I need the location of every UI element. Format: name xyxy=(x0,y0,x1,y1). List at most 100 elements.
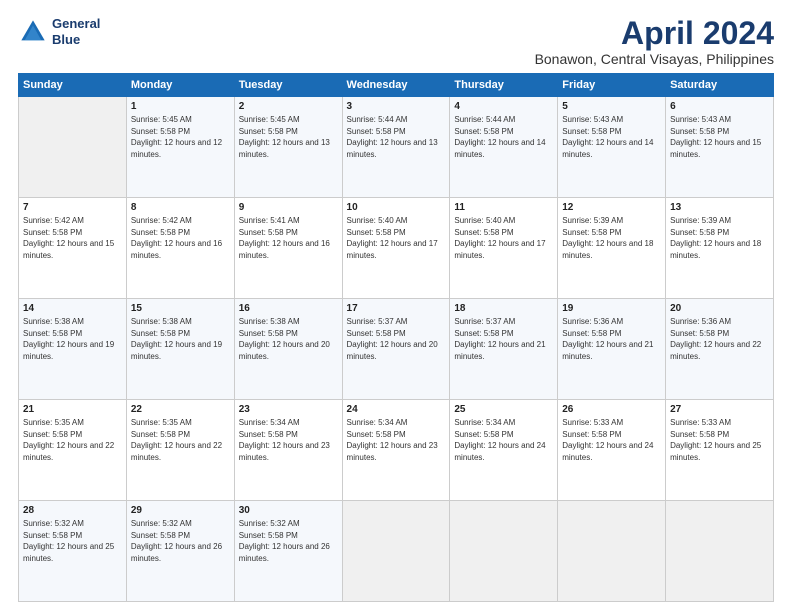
calendar-cell: 18Sunrise: 5:37 AM Sunset: 5:58 PM Dayli… xyxy=(450,299,558,400)
calendar-cell: 25 Sunrise: 5:34 AM Sunset: 5:58 PM Dayli… xyxy=(450,400,558,501)
day-info: Sunrise: 5:39 AM Sunset: 5:58 PM Dayligh… xyxy=(670,215,769,261)
logo-icon xyxy=(18,17,48,47)
day-number: 10 xyxy=(347,202,446,213)
day-number: 17 xyxy=(347,303,446,314)
calendar-cell: 12Sunrise: 5:39 AM Sunset: 5:58 PM Dayli… xyxy=(558,198,666,299)
day-info: Sunrise: 5:34 AM Sunset: 5:58 PM Dayligh… xyxy=(347,417,446,463)
calendar-cell: 9 Sunrise: 5:41 AM Sunset: 5:58 PM Daylig… xyxy=(234,198,342,299)
calendar-cell: 1 Sunrise: 5:45 AM Sunset: 5:58 PM Daylig… xyxy=(126,97,234,198)
day-info: Sunrise: 5:33 AM Sunset: 5:58 PM Dayligh… xyxy=(670,417,769,463)
calendar-cell xyxy=(19,97,127,198)
day-info: Sunrise: 5:32 AM Sunset: 5:58 PM Dayligh… xyxy=(131,518,230,564)
calendar-cell: 26 Sunrise: 5:33 AM Sunset: 5:58 PM Dayli… xyxy=(558,400,666,501)
calendar-cell xyxy=(666,501,774,602)
header: General Blue April 2024 Bonawon, Central… xyxy=(18,16,774,67)
day-info: Sunrise: 5:33 AM Sunset: 5:58 PM Dayligh… xyxy=(562,417,661,463)
day-info: Sunrise: 5:36 AM Sunset: 5:58 PM Dayligh… xyxy=(670,316,769,362)
day-info: Sunrise: 5:45 AM Sunset: 5:58 PM Dayligh… xyxy=(131,114,230,160)
calendar-cell: 28 Sunrise: 5:32 AM Sunset: 5:58 PM Dayli… xyxy=(19,501,127,602)
calendar-cell: 8 Sunrise: 5:42 AM Sunset: 5:58 PM Daylig… xyxy=(126,198,234,299)
calendar-cell: 20 Sunrise: 5:36 AM Sunset: 5:58 PM Dayli… xyxy=(666,299,774,400)
day-number: 28 xyxy=(23,505,122,516)
col-header-sunday: Sunday xyxy=(19,74,127,97)
calendar-cell: 21 Sunrise: 5:35 AM Sunset: 5:58 PM Dayli… xyxy=(19,400,127,501)
day-number: 6 xyxy=(670,101,769,112)
day-number: 20 xyxy=(670,303,769,314)
day-info: Sunrise: 5:35 AM Sunset: 5:58 PM Dayligh… xyxy=(23,417,122,463)
day-info: Sunrise: 5:40 AM Sunset: 5:58 PM Dayligh… xyxy=(347,215,446,261)
month-year: April 2024 xyxy=(535,16,774,51)
calendar-cell: 22 Sunrise: 5:35 AM Sunset: 5:58 PM Dayli… xyxy=(126,400,234,501)
calendar-week-5: 28 Sunrise: 5:32 AM Sunset: 5:58 PM Dayli… xyxy=(19,501,774,602)
day-info: Sunrise: 5:34 AM Sunset: 5:58 PM Dayligh… xyxy=(454,417,553,463)
day-number: 8 xyxy=(131,202,230,213)
day-number: 15 xyxy=(131,303,230,314)
calendar-cell: 5 Sunrise: 5:43 AM Sunset: 5:58 PM Daylig… xyxy=(558,97,666,198)
calendar-table: SundayMondayTuesdayWednesdayThursdayFrid… xyxy=(18,73,774,602)
calendar-page: General Blue April 2024 Bonawon, Central… xyxy=(0,0,792,612)
day-number: 23 xyxy=(239,404,338,415)
calendar-week-1: 1 Sunrise: 5:45 AM Sunset: 5:58 PM Daylig… xyxy=(19,97,774,198)
calendar-cell: 16 Sunrise: 5:38 AM Sunset: 5:58 PM Dayli… xyxy=(234,299,342,400)
calendar-cell: 7 Sunrise: 5:42 AM Sunset: 5:58 PM Daylig… xyxy=(19,198,127,299)
day-number: 1 xyxy=(131,101,230,112)
day-info: Sunrise: 5:41 AM Sunset: 5:58 PM Dayligh… xyxy=(239,215,338,261)
calendar-cell: 23 Sunrise: 5:34 AM Sunset: 5:58 PM Dayli… xyxy=(234,400,342,501)
day-info: Sunrise: 5:37 AM Sunset: 5:58 PM Dayligh… xyxy=(347,316,446,362)
day-info: Sunrise: 5:38 AM Sunset: 5:58 PM Dayligh… xyxy=(131,316,230,362)
calendar-cell xyxy=(450,501,558,602)
day-number: 22 xyxy=(131,404,230,415)
day-info: Sunrise: 5:44 AM Sunset: 5:58 PM Dayligh… xyxy=(454,114,553,160)
logo: General Blue xyxy=(18,16,100,47)
day-number: 3 xyxy=(347,101,446,112)
calendar-cell: 10 Sunrise: 5:40 AM Sunset: 5:58 PM Dayli… xyxy=(342,198,450,299)
col-header-friday: Friday xyxy=(558,74,666,97)
day-info: Sunrise: 5:42 AM Sunset: 5:58 PM Dayligh… xyxy=(131,215,230,261)
day-info: Sunrise: 5:35 AM Sunset: 5:58 PM Dayligh… xyxy=(131,417,230,463)
day-number: 9 xyxy=(239,202,338,213)
day-info: Sunrise: 5:38 AM Sunset: 5:58 PM Dayligh… xyxy=(23,316,122,362)
calendar-week-4: 21 Sunrise: 5:35 AM Sunset: 5:58 PM Dayli… xyxy=(19,400,774,501)
title-block: April 2024 Bonawon, Central Visayas, Phi… xyxy=(535,16,774,67)
calendar-cell: 17 Sunrise: 5:37 AM Sunset: 5:58 PM Dayli… xyxy=(342,299,450,400)
day-number: 16 xyxy=(239,303,338,314)
day-number: 25 xyxy=(454,404,553,415)
day-number: 29 xyxy=(131,505,230,516)
day-number: 18 xyxy=(454,303,553,314)
day-info: Sunrise: 5:36 AM Sunset: 5:58 PM Dayligh… xyxy=(562,316,661,362)
calendar-cell: 15 Sunrise: 5:38 AM Sunset: 5:58 PM Dayli… xyxy=(126,299,234,400)
calendar-cell: 2 Sunrise: 5:45 AM Sunset: 5:58 PM Daylig… xyxy=(234,97,342,198)
day-info: Sunrise: 5:43 AM Sunset: 5:58 PM Dayligh… xyxy=(562,114,661,160)
calendar-cell xyxy=(558,501,666,602)
calendar-cell: 14Sunrise: 5:38 AM Sunset: 5:58 PM Dayli… xyxy=(19,299,127,400)
col-header-tuesday: Tuesday xyxy=(234,74,342,97)
calendar-cell: 30Sunrise: 5:32 AM Sunset: 5:58 PM Dayli… xyxy=(234,501,342,602)
day-info: Sunrise: 5:44 AM Sunset: 5:58 PM Dayligh… xyxy=(347,114,446,160)
col-header-thursday: Thursday xyxy=(450,74,558,97)
day-info: Sunrise: 5:42 AM Sunset: 5:58 PM Dayligh… xyxy=(23,215,122,261)
day-number: 24 xyxy=(347,404,446,415)
day-number: 27 xyxy=(670,404,769,415)
day-number: 7 xyxy=(23,202,122,213)
day-info: Sunrise: 5:45 AM Sunset: 5:58 PM Dayligh… xyxy=(239,114,338,160)
day-number: 5 xyxy=(562,101,661,112)
day-info: Sunrise: 5:32 AM Sunset: 5:58 PM Dayligh… xyxy=(23,518,122,564)
day-number: 2 xyxy=(239,101,338,112)
day-number: 21 xyxy=(23,404,122,415)
calendar-week-3: 14Sunrise: 5:38 AM Sunset: 5:58 PM Dayli… xyxy=(19,299,774,400)
day-info: Sunrise: 5:34 AM Sunset: 5:58 PM Dayligh… xyxy=(239,417,338,463)
col-header-saturday: Saturday xyxy=(666,74,774,97)
calendar-cell xyxy=(342,501,450,602)
day-info: Sunrise: 5:38 AM Sunset: 5:58 PM Dayligh… xyxy=(239,316,338,362)
calendar-cell: 19 Sunrise: 5:36 AM Sunset: 5:58 PM Dayli… xyxy=(558,299,666,400)
day-info: Sunrise: 5:39 AM Sunset: 5:58 PM Dayligh… xyxy=(562,215,661,261)
day-number: 4 xyxy=(454,101,553,112)
day-number: 19 xyxy=(562,303,661,314)
calendar-cell: 27 Sunrise: 5:33 AM Sunset: 5:58 PM Dayli… xyxy=(666,400,774,501)
day-number: 11 xyxy=(454,202,553,213)
day-number: 26 xyxy=(562,404,661,415)
location: Bonawon, Central Visayas, Philippines xyxy=(535,51,774,67)
calendar-cell: 11Sunrise: 5:40 AM Sunset: 5:58 PM Dayli… xyxy=(450,198,558,299)
col-header-wednesday: Wednesday xyxy=(342,74,450,97)
calendar-cell: 6Sunrise: 5:43 AM Sunset: 5:58 PM Daylig… xyxy=(666,97,774,198)
